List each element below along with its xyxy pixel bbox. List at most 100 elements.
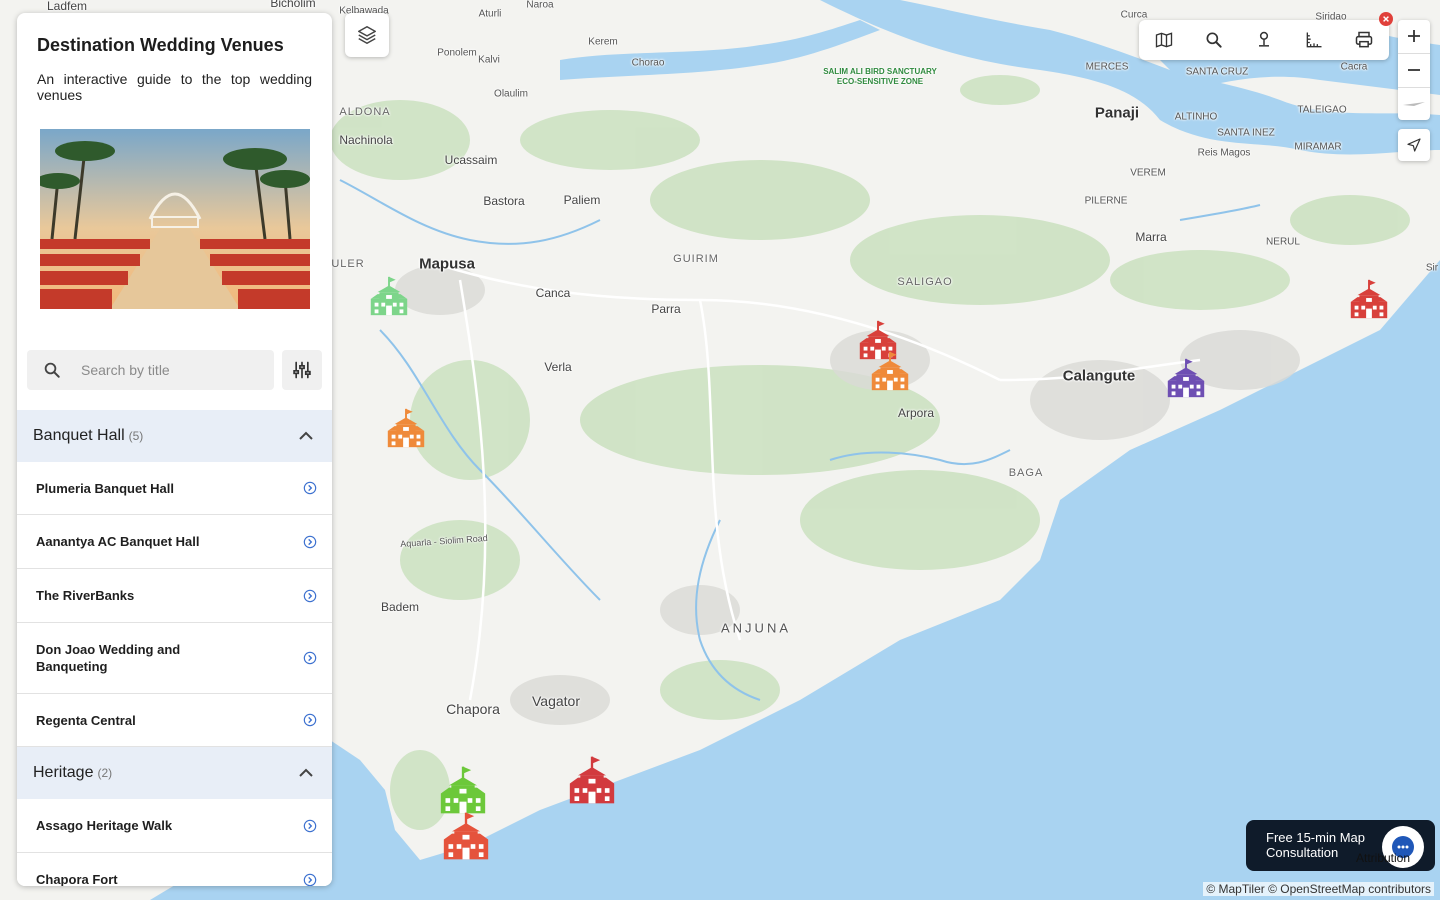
group-label: Banquet Hall xyxy=(33,427,125,444)
print-icon[interactable] xyxy=(1354,30,1374,50)
page-title: Destination Wedding Venues xyxy=(37,35,284,55)
toolbar-close-button[interactable] xyxy=(1379,12,1393,26)
place-label-ponolem: Ponolem xyxy=(437,47,477,59)
minus-icon xyxy=(1408,69,1420,71)
chevron-right-circle-icon xyxy=(303,651,317,665)
place-label-taleigao: TALEIGAO xyxy=(1297,104,1347,116)
place-label-cacra: Cacra xyxy=(1340,61,1368,73)
search-icon xyxy=(44,362,60,378)
place-label-paliem: Paliem xyxy=(563,193,601,207)
place-label-nachinola: Nachinola xyxy=(339,133,393,147)
chevron-right-circle-icon xyxy=(303,589,317,603)
page-description: An interactive guide to the top wedding … xyxy=(37,71,312,103)
place-label-mapusa: Mapusa xyxy=(419,255,475,273)
list-item[interactable]: Aanantya AC Banquet Hall xyxy=(17,515,332,569)
place-label-sanctuary-1: SALIM ALI BIRD SANCTUARY xyxy=(823,67,937,76)
place-label-merces: MERCES xyxy=(1085,61,1129,73)
compass-icon xyxy=(1403,102,1425,106)
place-label-naroa: Naroa xyxy=(526,0,554,11)
attribution-toggle[interactable]: Attribution xyxy=(1356,851,1410,865)
building-icon xyxy=(569,756,615,804)
place-label-kalvi: Kalvi xyxy=(478,54,500,66)
list-item-label: Plumeria Banquet Hall xyxy=(36,481,174,496)
filter-button[interactable] xyxy=(282,350,322,390)
group-header-heritage[interactable]: Heritage (2) xyxy=(17,747,332,799)
ruler-icon[interactable] xyxy=(1304,30,1324,50)
plus-icon xyxy=(1408,30,1420,42)
place-label-sanctuary-2: ECO-SENSITIVE ZONE xyxy=(836,77,924,86)
place-label-badem: Badem xyxy=(380,600,420,614)
place-label-kerem: Kerem xyxy=(588,36,618,48)
place-label-aturli: Aturli xyxy=(478,8,502,20)
place-label-altinho: ALTINHO xyxy=(1174,111,1218,123)
heritage-marker-chapora-2[interactable] xyxy=(438,808,494,864)
building-icon xyxy=(443,812,489,860)
place-label-arpora: Arpora xyxy=(897,406,935,420)
chevron-up-icon xyxy=(299,431,313,440)
place-label-miramar: MIRAMAR xyxy=(1294,141,1342,153)
place-label-santa-cruz: SANTA CRUZ xyxy=(1185,66,1249,78)
venue-marker-nerul[interactable] xyxy=(1346,276,1392,322)
list-item-label: Regenta Central xyxy=(36,713,136,728)
venue-marker-calangute[interactable] xyxy=(1163,355,1209,401)
chevron-right-circle-icon xyxy=(303,481,317,495)
building-icon xyxy=(1350,279,1388,319)
place-label-canca: Canca xyxy=(535,286,571,300)
venue-list: Banquet Hall (5) Plumeria Banquet Hall Aa… xyxy=(17,410,332,886)
chevron-right-circle-icon xyxy=(303,873,317,886)
list-item[interactable]: Plumeria Banquet Hall xyxy=(17,462,332,515)
locate-button[interactable] xyxy=(1398,129,1430,161)
place-label-pilerne: PILERNE xyxy=(1084,195,1128,207)
place-label-sir: Sir xyxy=(1425,262,1439,274)
group-label: Heritage xyxy=(33,764,94,781)
banquet-hall-marker-mapusa[interactable] xyxy=(366,273,412,319)
search-icon[interactable] xyxy=(1204,30,1224,50)
place-label-vagator: Vagator xyxy=(532,693,580,709)
consultation-button[interactable]: Free 15-min Map Consultation Attribution xyxy=(1246,820,1435,871)
place-label-guirim: GUIRIM xyxy=(673,253,719,265)
zoom-in-button[interactable] xyxy=(1398,20,1430,52)
map-attribution: © MapTiler © OpenStreetMap contributors xyxy=(1203,882,1434,896)
place-label-bastora: Bastora xyxy=(483,194,525,208)
list-item-label: Chapora Fort xyxy=(36,872,118,886)
chevron-right-circle-icon xyxy=(303,535,317,549)
sliders-icon xyxy=(293,361,311,379)
list-item[interactable]: Regenta Central xyxy=(17,694,332,747)
building-icon xyxy=(1167,358,1205,398)
group-header-banquet-hall[interactable]: Banquet Hall (5) xyxy=(17,410,332,462)
sidebar-panel: Destination Wedding Venues An interactiv… xyxy=(17,13,332,886)
place-label-uler: ULER xyxy=(331,258,365,270)
place-label-chapora: Chapora xyxy=(446,701,500,717)
zoom-controls xyxy=(1398,20,1430,120)
user-pin-icon[interactable] xyxy=(1254,30,1274,50)
place-label-verla: Verla xyxy=(544,360,572,374)
layers-button[interactable] xyxy=(345,13,389,57)
place-label-ucassaim: Ucassaim xyxy=(444,153,498,167)
place-label-baga: BAGA xyxy=(1008,467,1044,479)
map-view-icon[interactable] xyxy=(1154,30,1174,50)
banquet-hall-marker-saligao-2[interactable] xyxy=(867,348,913,394)
venue-marker-vagator[interactable] xyxy=(564,752,620,808)
compass-button[interactable] xyxy=(1398,88,1430,120)
list-item[interactable]: Chapora Fort xyxy=(17,853,332,886)
place-label-parra: Parra xyxy=(651,302,681,316)
banquet-hall-marker-verla[interactable] xyxy=(383,405,429,451)
chevron-right-circle-icon xyxy=(303,819,317,833)
place-label-curca: Curca xyxy=(1120,9,1148,21)
close-icon xyxy=(1383,16,1389,22)
list-item-label: The RiverBanks xyxy=(36,588,135,603)
zoom-out-button[interactable] xyxy=(1398,54,1430,86)
group-count: (2) xyxy=(97,766,113,780)
place-label-marra: Marra xyxy=(1135,230,1167,244)
list-item[interactable]: Assago Heritage Walk xyxy=(17,799,332,853)
navigation-arrow-icon xyxy=(1407,138,1421,152)
place-label-reis-magos: Reis Magos xyxy=(1197,147,1251,159)
building-icon xyxy=(370,276,408,316)
list-item[interactable]: Don Joao Wedding and Banqueting xyxy=(17,623,332,694)
search-input[interactable] xyxy=(81,350,266,390)
place-label-olaulim: Olaulim xyxy=(494,88,528,100)
list-item[interactable]: The RiverBanks xyxy=(17,569,332,623)
search-box xyxy=(27,350,274,390)
place-label-ladfem: Ladfem xyxy=(46,0,88,13)
place-label-saligao: SALIGAO xyxy=(897,276,953,288)
